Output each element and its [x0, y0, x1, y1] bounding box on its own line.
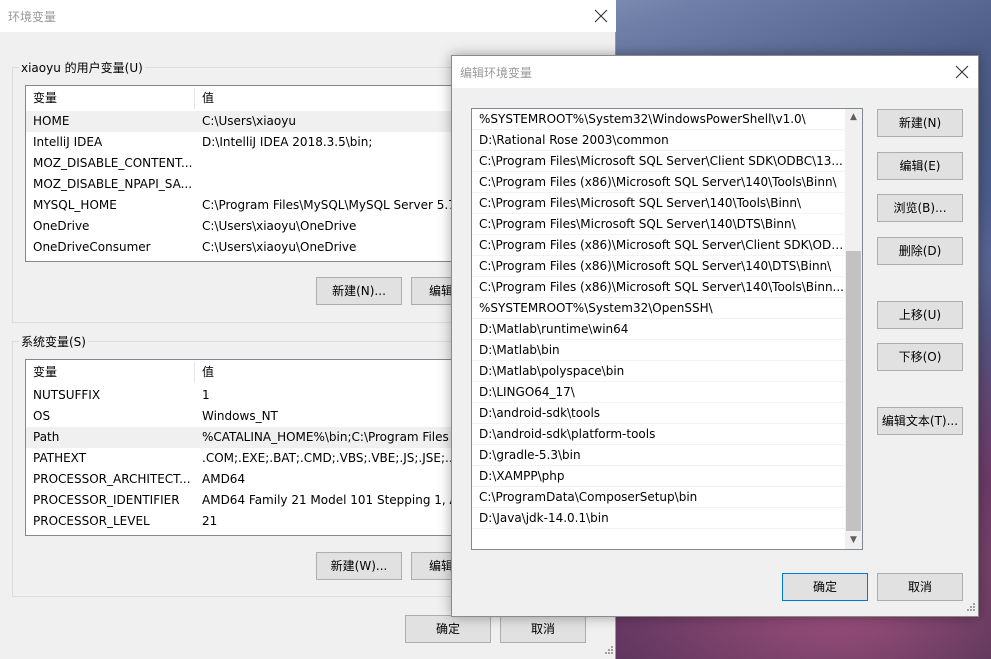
main-titlebar[interactable]: 环境变量 — [0, 0, 616, 32]
var-value-cell — [195, 174, 464, 195]
list-item[interactable]: D:\Matlab\runtime\win64 — [472, 319, 845, 340]
main-ok-button[interactable]: 确定 — [405, 615, 491, 643]
var-value-cell: C:\Users\xiaoyu\OneDrive — [202, 240, 357, 254]
table-row[interactable]: NUTSUFFIX 1 — [26, 385, 464, 406]
table-row[interactable]: MYSQL_HOME C:\Program Files\MySQL\MySQL S… — [26, 195, 464, 216]
var-value-cell: C:\Program Files\MySQL\MySQL Server 5.7 — [202, 198, 456, 212]
var-name-cell: PROCESSOR_LEVEL — [33, 514, 150, 528]
list-item[interactable]: D:\android-sdk\tools — [472, 403, 845, 424]
user-vars-list[interactable]: 变量 值 HOME C:\Users\xiaoyu IntelliJ IDEA D:\… — [25, 85, 465, 262]
var-name-cell: MOZ_DISABLE_NPAPI_SA... — [33, 177, 193, 191]
system-col-variable[interactable]: 变量 — [26, 360, 194, 385]
list-item[interactable]: C:\Program Files (x86)\Microsoft SQL Ser… — [472, 256, 845, 277]
table-row[interactable]: OS Windows_NT — [26, 406, 464, 427]
list-item[interactable]: D:\Matlab\bin — [472, 340, 845, 361]
list-item[interactable]: C:\Program Files (x86)\Microsoft SQL Ser… — [472, 172, 845, 193]
list-item[interactable]: D:\android-sdk\platform-tools — [472, 424, 845, 445]
path-list-scrollbar[interactable]: ▲ ▼ — [845, 109, 862, 549]
var-value-cell: .COM;.EXE;.BAT;.CMD;.VBS;.VBE;.JS;.JSE;.… — [202, 451, 465, 465]
var-name-cell: IntelliJ IDEA — [33, 135, 103, 149]
var-value-cell: %CATALINA_HOME%\bin;C:\Program Files — [202, 430, 449, 444]
system-vars-list[interactable]: 变量 值 NUTSUFFIX 1 OS Windows_NT Path %CATALINA… — [25, 359, 465, 536]
scroll-thumb[interactable] — [846, 251, 861, 531]
list-item[interactable]: C:\Program Files\Microsoft SQL Server\14… — [472, 214, 845, 235]
table-row[interactable]: PROCESSOR_ARCHITECT... AMD64 — [26, 469, 464, 490]
system-col-value[interactable]: 值 — [195, 360, 464, 385]
resize-grip-icon[interactable] — [602, 645, 614, 657]
table-row[interactable]: MOZ_DISABLE_CONTENT... — [26, 153, 464, 174]
var-name-cell: OS — [33, 409, 51, 423]
var-value-cell: C:\Users\xiaoyu\OneDrive — [202, 219, 357, 233]
table-row[interactable]: Path %CATALINA_HOME%\bin;C:\Program Files — [26, 427, 464, 448]
path-list[interactable]: %SYSTEMROOT%\System32\WindowsPowerShell\… — [471, 108, 863, 550]
path-edit-text-button[interactable]: 编辑文本(T)... — [877, 407, 963, 435]
var-name-cell: PATHEXT — [33, 451, 87, 465]
list-item[interactable]: %SYSTEMROOT%\System32\OpenSSH\ — [472, 298, 845, 319]
path-move-down-button[interactable]: 下移(O) — [877, 343, 963, 371]
main-close-icon[interactable] — [594, 9, 608, 23]
list-item[interactable]: D:\Matlab\polyspace\bin — [472, 361, 845, 382]
list-item[interactable]: C:\Program Files (x86)\Microsoft SQL Ser… — [472, 277, 845, 298]
user-new-button[interactable]: 新建(N)... — [316, 277, 402, 305]
var-name-cell: Path — [33, 430, 60, 444]
resize-grip-icon[interactable] — [964, 602, 976, 614]
scroll-down-icon[interactable]: ▼ — [845, 532, 862, 549]
table-row[interactable]: PROCESSOR_IDENTIFIER AMD64 Family 21 Mode… — [26, 490, 464, 511]
var-name-cell: OneDriveConsumer — [33, 240, 151, 254]
system-vars-label: 系统变量(S) — [19, 333, 88, 350]
var-name-cell: MYSQL_HOME — [33, 198, 117, 212]
edit-env-var-dialog: 编辑环境变量 %SYSTEMROOT%\System32\WindowsPowe… — [451, 55, 979, 617]
list-item[interactable]: D:\Rational Rose 2003\common — [472, 130, 845, 151]
user-vars-header: 变量 值 — [26, 86, 464, 111]
var-value-cell: 1 — [202, 388, 210, 402]
table-row[interactable]: MOZ_DISABLE_NPAPI_SA... — [26, 174, 464, 195]
main-cancel-button[interactable]: 取消 — [500, 615, 586, 643]
list-item[interactable]: C:\ProgramData\ComposerSetup\bin — [472, 487, 845, 508]
edit-titlebar[interactable]: 编辑环境变量 — [452, 56, 978, 88]
var-name-cell: PROCESSOR_ARCHITECT... — [33, 472, 191, 486]
var-value-cell: D:\IntelliJ IDEA 2018.3.5\bin; — [202, 135, 373, 149]
var-name-cell: MOZ_DISABLE_CONTENT... — [33, 156, 193, 170]
scroll-up-icon[interactable]: ▲ — [845, 109, 862, 126]
system-vars-header: 变量 值 — [26, 360, 464, 385]
user-vars-label: xiaoyu 的用户变量(U) — [19, 59, 145, 76]
table-row[interactable]: OneDrive C:\Users\xiaoyu\OneDrive — [26, 216, 464, 237]
var-name-cell: NUTSUFFIX — [33, 388, 101, 402]
var-value-cell: C:\Users\xiaoyu — [202, 114, 296, 128]
table-row[interactable]: PROCESSOR_LEVEL 21 — [26, 511, 464, 532]
path-browse-button[interactable]: 浏览(B)... — [877, 194, 963, 222]
list-item[interactable]: %SYSTEMROOT%\System32\WindowsPowerShell\… — [472, 109, 845, 130]
path-new-button[interactable]: 新建(N) — [877, 109, 963, 137]
list-item[interactable]: D:\XAMPP\php — [472, 466, 845, 487]
table-row[interactable]: OneDriveConsumer C:\Users\xiaoyu\OneDrive — [26, 237, 464, 258]
list-item[interactable]: C:\Program Files\Microsoft SQL Server\14… — [472, 193, 845, 214]
user-col-variable[interactable]: 变量 — [26, 86, 194, 111]
list-item[interactable]: D:\LINGO64_17\ — [472, 382, 845, 403]
main-window-title: 环境变量 — [8, 10, 57, 24]
edit-close-icon[interactable] — [955, 65, 969, 79]
table-row[interactable]: IntelliJ IDEA D:\IntelliJ IDEA 2018.3.5\b… — [26, 132, 464, 153]
edit-ok-button[interactable]: 确定 — [782, 573, 868, 601]
var-value-cell: AMD64 Family 21 Model 101 Stepping 1, A — [202, 493, 458, 507]
table-row[interactable]: HOME C:\Users\xiaoyu — [26, 111, 464, 132]
var-name-cell: HOME — [33, 114, 70, 128]
edit-dialog-title: 编辑环境变量 — [460, 66, 533, 80]
table-row[interactable]: PATHEXT .COM;.EXE;.BAT;.CMD;.VBS;.VBE;.JS… — [26, 448, 464, 469]
var-name-cell: PROCESSOR_IDENTIFIER — [33, 493, 180, 507]
system-new-button[interactable]: 新建(W)... — [316, 552, 402, 580]
path-edit-button[interactable]: 编辑(E) — [877, 152, 963, 180]
var-value-cell: Windows_NT — [202, 409, 278, 423]
list-item[interactable]: C:\Program Files\Microsoft SQL Server\Cl… — [472, 151, 845, 172]
var-value-cell — [195, 153, 464, 174]
list-item[interactable]: D:\gradle-5.3\bin — [472, 445, 845, 466]
var-value-cell: 21 — [202, 514, 218, 528]
var-value-cell: AMD64 — [202, 472, 246, 486]
path-delete-button[interactable]: 删除(D) — [877, 237, 963, 265]
list-item[interactable]: D:\Java\jdk-14.0.1\bin — [472, 508, 845, 529]
edit-cancel-button[interactable]: 取消 — [877, 573, 963, 601]
var-name-cell: OneDrive — [33, 219, 90, 233]
list-item[interactable]: C:\Program Files (x86)\Microsoft SQL Ser… — [472, 235, 845, 256]
path-move-up-button[interactable]: 上移(U) — [877, 301, 963, 329]
user-col-value[interactable]: 值 — [195, 86, 464, 111]
